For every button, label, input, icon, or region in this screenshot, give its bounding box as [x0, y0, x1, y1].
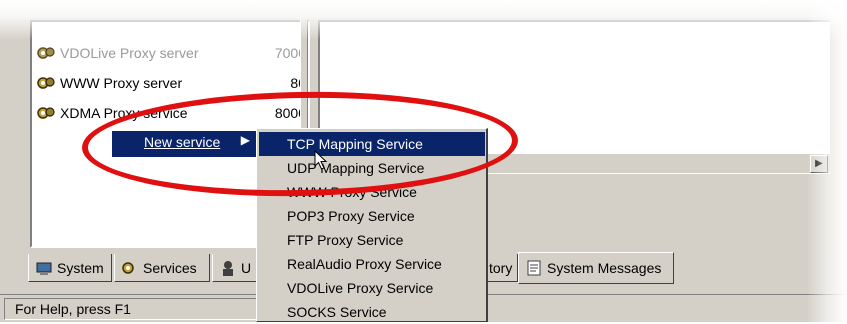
- service-name: WWW Proxy server: [60, 75, 183, 91]
- tab-system-messages[interactable]: System Messages: [518, 252, 674, 284]
- scroll-right-arrow-icon[interactable]: ▶: [810, 155, 828, 173]
- document-icon: [525, 259, 543, 277]
- context-menu[interactable]: New service ▶: [112, 131, 258, 157]
- submenu-item-udp-mapping[interactable]: UDP Mapping Service: [259, 156, 485, 180]
- tab-services[interactable]: Services: [114, 254, 210, 282]
- service-name: VDOLive Proxy server: [60, 45, 199, 61]
- tab-label: tory: [489, 259, 513, 276]
- tab-label: System Messages: [547, 260, 662, 276]
- submenu-item-vdolive-proxy[interactable]: VDOLive Proxy Service: [259, 276, 485, 300]
- new-service-submenu: TCP Mapping Service UDP Mapping Service …: [256, 128, 488, 322]
- submenu-item-realaudio-proxy[interactable]: RealAudio Proxy Service: [259, 252, 485, 276]
- horizontal-scrollbar[interactable]: ▶: [470, 153, 830, 173]
- mouse-pointer-icon: [314, 149, 328, 170]
- service-row-vdolive[interactable]: VDOLive Proxy server 7000: [36, 42, 306, 64]
- service-name: XDMA Proxy service: [60, 105, 188, 121]
- tab-label: System: [57, 259, 104, 276]
- service-icon: [36, 74, 56, 92]
- tab-label: U: [241, 259, 252, 276]
- app-window: VDOLive Proxy server 7000 WWW Proxy serv…: [0, 0, 847, 322]
- submenu-item-socks[interactable]: SOCKS Service: [259, 300, 485, 324]
- service-row-xdma[interactable]: XDMA Proxy service 8000: [36, 102, 306, 124]
- services-icon: [121, 259, 139, 277]
- tab-history[interactable]: tory: [486, 254, 518, 282]
- users-icon: [219, 259, 237, 277]
- panel-background: [470, 174, 830, 254]
- service-icon: [36, 44, 56, 62]
- submenu-item-www-proxy[interactable]: WWW Proxy Service: [259, 180, 485, 204]
- service-icon: [36, 104, 56, 122]
- submenu-item-pop3-proxy[interactable]: POP3 Proxy Service: [259, 204, 485, 228]
- new-service-menu-item[interactable]: New service: [144, 134, 220, 150]
- service-row-www[interactable]: WWW Proxy server 80: [36, 72, 306, 94]
- tab-system[interactable]: System: [28, 254, 112, 282]
- system-icon: [35, 259, 53, 277]
- tab-label: Services: [143, 259, 197, 276]
- submenu-item-ftp-proxy[interactable]: FTP Proxy Service: [259, 228, 485, 252]
- submenu-arrow-icon: ▶: [240, 133, 250, 147]
- submenu-item-tcp-mapping[interactable]: TCP Mapping Service: [259, 132, 485, 156]
- tab-users[interactable]: U: [212, 254, 258, 282]
